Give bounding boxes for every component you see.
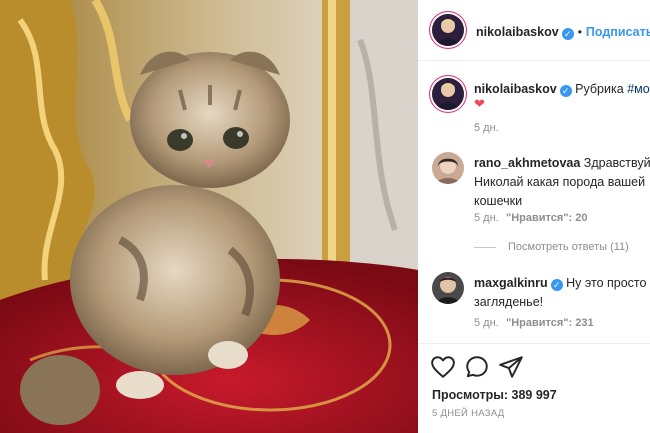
caption-author-avatar[interactable]: [432, 78, 464, 110]
verified-icon: ✓: [559, 85, 572, 97]
caption-text: nikolaibaskov✓ Рубрика #мояш: [474, 80, 650, 99]
cat-photo-image: [0, 0, 418, 433]
author-avatar-image: [432, 14, 464, 46]
comment-maxgalkin-time[interactable]: 5 дн.: [474, 317, 499, 329]
follow-button[interactable]: Подписаться: [586, 25, 650, 39]
post-date[interactable]: 5 ДНЕЙ НАЗАД: [432, 408, 505, 419]
verified-icon: ✓: [550, 279, 563, 291]
comment-rano-likes[interactable]: "Нравится": 20: [506, 212, 587, 224]
comment-rano-time[interactable]: 5 дн.: [474, 212, 499, 224]
comment-maxgalkin-author[interactable]: maxgalkinru: [474, 276, 548, 290]
comment-avatar-rano[interactable]: [432, 152, 464, 184]
comment-rano-line1: rano_akhmetovaa Здравствуйте: [474, 154, 650, 173]
comment-icon[interactable]: [464, 354, 490, 380]
comment-maxgalkin-line1: maxgalkinru ✓ Ну это просто: [474, 274, 650, 293]
comment-avatar-maxgalkin-image: [432, 272, 464, 304]
caption-time[interactable]: 5 дн.: [474, 122, 499, 134]
heart-icon[interactable]: [430, 354, 456, 380]
verified-icon: ✓: [561, 28, 574, 40]
send-icon[interactable]: [498, 354, 524, 380]
post-photo[interactable]: [0, 0, 418, 433]
comment-rano-text1: Здравствуйте: [583, 156, 650, 170]
caption-author-name[interactable]: nikolaibaskov: [474, 82, 557, 96]
replies-divider: [474, 247, 496, 248]
post-header: nikolaibaskov✓• Подписаться: [418, 0, 650, 61]
comment-avatar-maxgalkin[interactable]: [432, 272, 464, 304]
caption-body: Рубрика: [575, 82, 624, 96]
author-avatar[interactable]: [432, 14, 464, 46]
comment-maxgalkin-likes[interactable]: "Нравится": 231: [506, 317, 594, 329]
view-replies-button[interactable]: Посмотреть ответы (11): [508, 241, 629, 253]
comment-rano-author[interactable]: rano_akhmetovaa: [474, 156, 580, 170]
heart-emoji: ❤: [474, 96, 485, 111]
comment-maxgalkin-text1: Ну это просто: [566, 276, 647, 290]
post-actions: Просмотры: 389 997 5 ДНЕЙ НАЗАД: [418, 343, 650, 433]
header-dot: •: [577, 25, 582, 39]
post-side-panel: nikolaibaskov✓•Подписаться nikolaibaskov…: [418, 0, 650, 433]
comment-rano-line3: кошечки: [474, 194, 523, 208]
header-author-line: nikolaibaskov✓• Подписаться: [476, 23, 650, 41]
header-author-name[interactable]: nikolaibaskov: [476, 25, 559, 39]
comment-avatar-rano-image: [432, 152, 464, 184]
views-count[interactable]: Просмотры: 389 997: [432, 388, 557, 402]
caption-avatar-image: [432, 78, 464, 110]
comment-rano-line2: Николай какая порода вашей: [474, 175, 646, 189]
comment-maxgalkin-line2: загляденье!: [474, 295, 544, 309]
caption-hashtag[interactable]: #мояш: [627, 82, 650, 96]
